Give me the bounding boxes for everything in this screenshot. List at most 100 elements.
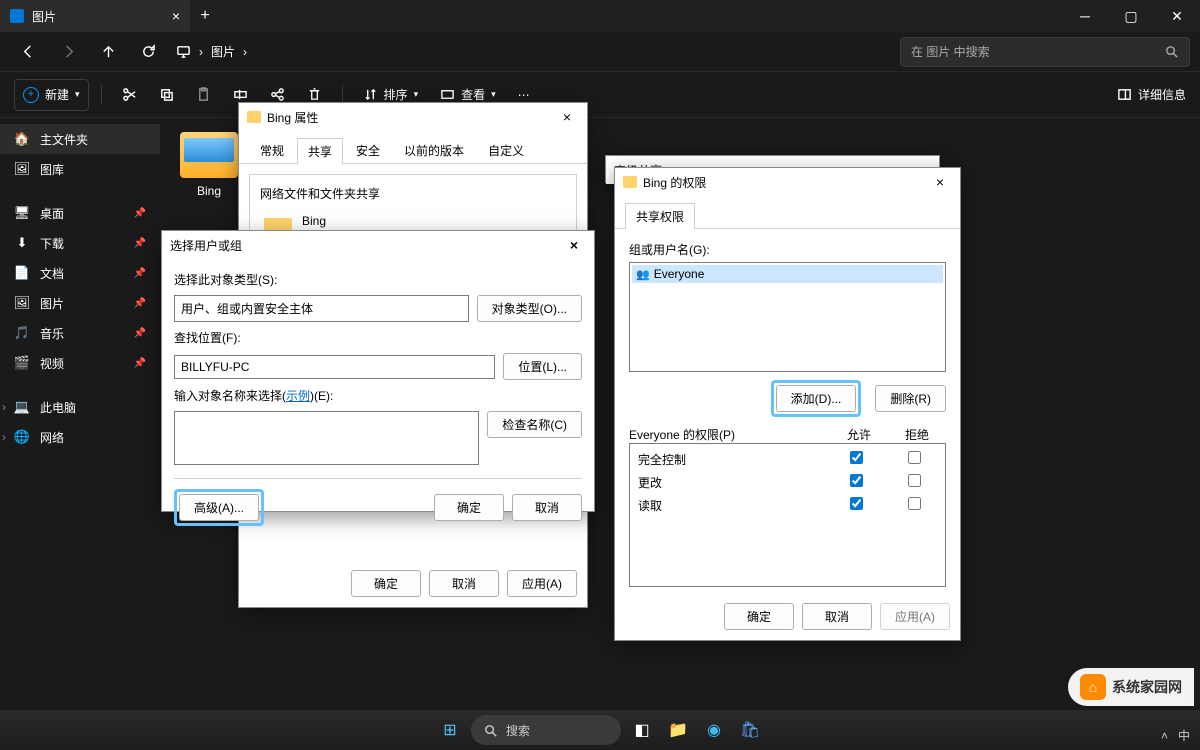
up-button[interactable]	[90, 34, 126, 70]
permissions-list: 完全控制更改读取	[629, 443, 946, 587]
sidebar-item[interactable]: 🖼图库	[0, 154, 160, 184]
deny-checkbox[interactable]	[908, 497, 921, 510]
dialog-titlebar[interactable]: 选择用户或组 ×	[162, 231, 594, 259]
close-icon[interactable]: ×	[928, 174, 952, 190]
example-link[interactable]: 示例	[286, 389, 310, 403]
separator	[101, 85, 102, 105]
taskbar-search[interactable]: 搜索	[471, 715, 621, 745]
highlight-marker: 添加(D)...	[771, 380, 862, 417]
property-tabs: 常规共享安全以前的版本自定义	[239, 131, 587, 164]
object-types-button[interactable]: 对象类型(O)...	[477, 295, 582, 322]
add-button[interactable]: 添加(D)...	[776, 385, 857, 412]
deny-checkbox[interactable]	[908, 474, 921, 487]
sidebar-icon: 💻	[14, 399, 30, 415]
search-input[interactable]: 在 图片 中搜索	[900, 37, 1190, 67]
task-view-button[interactable]: ◧	[627, 715, 657, 745]
sidebar-item[interactable]: 📄文档📌	[0, 258, 160, 288]
store-app-icon[interactable]: 🛍	[735, 715, 765, 745]
close-tab-icon[interactable]: ×	[172, 8, 180, 24]
permission-row: 读取	[632, 494, 943, 517]
user-item[interactable]: 👥 Everyone	[632, 265, 943, 283]
sidebar-item[interactable]: 🖥桌面📌	[0, 198, 160, 228]
advanced-button[interactable]: 高级(A)...	[179, 494, 259, 521]
breadcrumb[interactable]: › 图片 ›	[176, 43, 247, 60]
deny-checkbox[interactable]	[908, 451, 921, 464]
monitor-icon	[176, 44, 191, 59]
cancel-button[interactable]: 取消	[802, 603, 872, 630]
close-icon[interactable]: ×	[562, 237, 586, 253]
locations-button[interactable]: 位置(L)...	[503, 353, 582, 380]
sidebar-icon: 🖼	[14, 295, 30, 311]
sidebar-item[interactable]: 🎵音乐📌	[0, 318, 160, 348]
window-tab[interactable]: 图片 ×	[0, 0, 190, 32]
ime-indicator[interactable]: 中	[1178, 727, 1190, 744]
forward-button[interactable]	[50, 34, 86, 70]
property-tab[interactable]: 安全	[345, 137, 391, 163]
users-listbox[interactable]: 👥 Everyone	[629, 262, 946, 372]
system-tray[interactable]: ˄ 中	[1161, 727, 1190, 744]
details-pane-button[interactable]: 详细信息	[1117, 86, 1186, 103]
property-tab[interactable]: 常规	[249, 137, 295, 163]
close-icon[interactable]: ×	[555, 109, 579, 125]
folder-name: Bing	[197, 184, 221, 198]
paste-button[interactable]	[188, 79, 219, 111]
sidebar-item[interactable]: 🖼图片📌	[0, 288, 160, 318]
new-label: 新建	[45, 86, 69, 103]
cut-button[interactable]	[114, 79, 145, 111]
apply-button[interactable]: 应用(A)	[880, 603, 950, 630]
sidebar-item[interactable]: 🎬视频📌	[0, 348, 160, 378]
sidebar-item[interactable]: 💻此电脑	[0, 392, 160, 422]
explorer-app-icon[interactable]: 📁	[663, 715, 693, 745]
user-name: Everyone	[654, 267, 705, 281]
close-button[interactable]: ✕	[1154, 0, 1200, 32]
details-label: 详细信息	[1138, 86, 1186, 103]
property-tab[interactable]: 共享	[297, 138, 343, 164]
new-tab-button[interactable]: +	[190, 0, 220, 32]
share-icon	[270, 87, 285, 102]
refresh-button[interactable]	[130, 34, 166, 70]
edge-app-icon[interactable]: ◉	[699, 715, 729, 745]
sidebar-label: 主文件夹	[40, 131, 88, 148]
copy-button[interactable]	[151, 79, 182, 111]
pin-icon: 📌	[134, 298, 146, 309]
permission-name: 更改	[632, 474, 827, 491]
permission-tabs: 共享权限	[615, 196, 960, 229]
allow-checkbox[interactable]	[850, 474, 863, 487]
property-tab[interactable]: 自定义	[477, 137, 535, 163]
breadcrumb-current: 图片	[211, 43, 235, 60]
sidebar-item[interactable]: ⬇下载📌	[0, 228, 160, 258]
new-button[interactable]: + 新建 ▾	[14, 79, 89, 111]
ok-button[interactable]: 确定	[724, 603, 794, 630]
allow-checkbox[interactable]	[850, 451, 863, 464]
property-tab[interactable]: 以前的版本	[393, 137, 475, 163]
apply-button[interactable]: 应用(A)	[507, 570, 577, 597]
ok-button[interactable]: 确定	[351, 570, 421, 597]
folder-item[interactable]: Bing	[174, 132, 244, 198]
perm-label: Everyone 的权限(P)	[629, 426, 830, 443]
check-names-button[interactable]: 检查名称(C)	[487, 411, 582, 438]
trash-icon	[307, 87, 322, 102]
pictures-icon	[10, 9, 24, 23]
cancel-button[interactable]: 取消	[512, 494, 582, 521]
back-button[interactable]	[10, 34, 46, 70]
minimize-button[interactable]: ─	[1062, 0, 1108, 32]
sidebar-item[interactable]: 🏠主文件夹	[0, 124, 160, 154]
remove-button[interactable]: 删除(R)	[875, 385, 946, 412]
clipboard-icon	[196, 87, 211, 102]
tray-chevron-icon[interactable]: ˄	[1161, 729, 1168, 743]
permission-name: 读取	[632, 497, 827, 514]
ok-button[interactable]: 确定	[434, 494, 504, 521]
tab-share-permissions[interactable]: 共享权限	[625, 203, 695, 229]
dialog-titlebar[interactable]: Bing 的权限 ×	[615, 168, 960, 196]
sidebar-item[interactable]: 🌐网络	[0, 422, 160, 452]
maximize-button[interactable]: ▢	[1108, 0, 1154, 32]
names-input[interactable]	[174, 411, 479, 465]
sort-icon	[363, 87, 378, 102]
object-type-label: 选择此对象类型(S):	[174, 267, 582, 292]
dialog-title: Bing 的权限	[643, 174, 706, 191]
sort-label: 排序	[384, 86, 408, 103]
start-button[interactable]: ⊞	[435, 715, 465, 745]
allow-checkbox[interactable]	[850, 497, 863, 510]
dialog-titlebar[interactable]: Bing 属性 ×	[239, 103, 587, 131]
cancel-button[interactable]: 取消	[429, 570, 499, 597]
